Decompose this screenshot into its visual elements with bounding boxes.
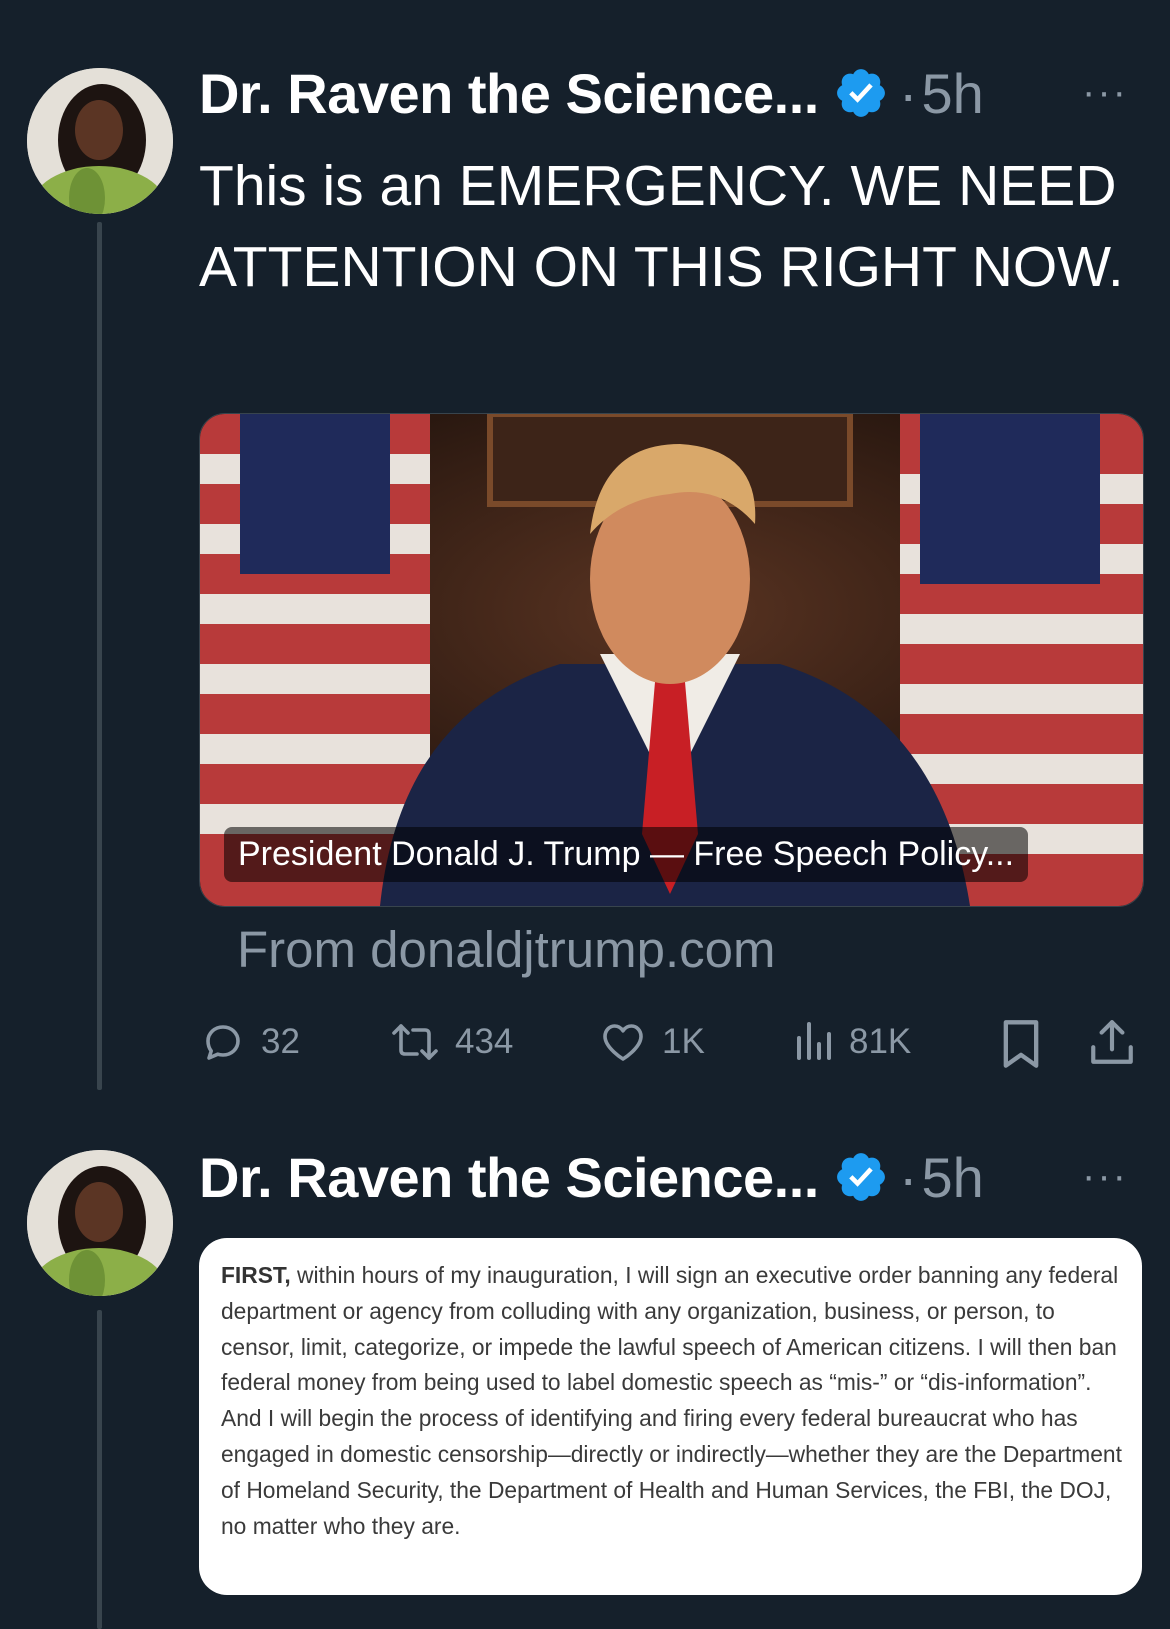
dot-separator: · [898, 1145, 918, 1209]
document-lead: FIRST, [221, 1262, 291, 1288]
author-avatar[interactable] [27, 1150, 173, 1296]
document-text: FIRST, within hours of my inauguration, … [221, 1258, 1126, 1544]
author-name[interactable]: Dr. Raven the Science... [199, 1145, 819, 1210]
thread-line [97, 1310, 102, 1629]
attached-document-image[interactable]: FIRST, within hours of my inauguration, … [199, 1238, 1142, 1595]
tweet-time[interactable]: 5h [922, 1145, 984, 1210]
tweet-header: Dr. Raven the Science... · 5h [199, 1142, 984, 1212]
tweet-2[interactable]: Dr. Raven the Science... · 5h ··· FIRST,… [0, 0, 1170, 1629]
document-body: within hours of my inauguration, I will … [221, 1262, 1122, 1539]
avatar-portrait-icon [27, 1150, 173, 1296]
more-options-icon[interactable]: ··· [1082, 1154, 1128, 1199]
verified-badge-icon [833, 1149, 889, 1205]
